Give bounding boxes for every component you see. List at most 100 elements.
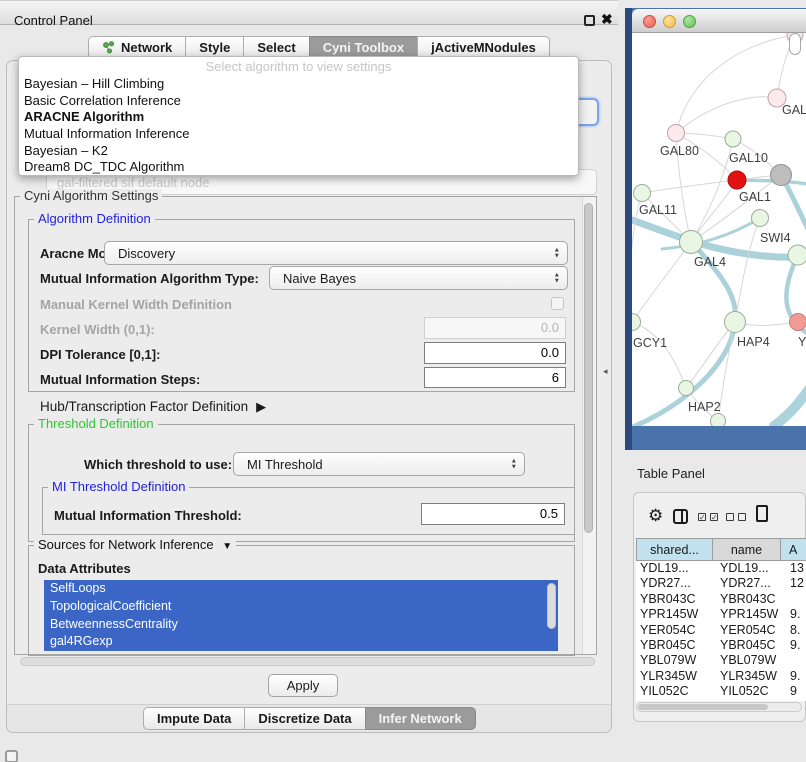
node-gal80[interactable] — [668, 125, 685, 142]
node-label: HAP4 — [737, 335, 770, 349]
node-hap2[interactable] — [679, 381, 694, 396]
select-all-icon[interactable]: ✓✓ — [698, 513, 718, 521]
node-gal1[interactable] — [728, 171, 746, 189]
tab-jactivemnodules-label: jActiveMNodules — [431, 40, 536, 55]
dropdown-item[interactable]: Dream8 DC_TDC Algorithm — [19, 159, 578, 176]
mi-steps-input[interactable]: 6 — [424, 367, 566, 388]
attribute-item-selected[interactable]: BetweennessCentrality — [44, 616, 558, 634]
table-row[interactable]: YLR345WYLR345W9. — [636, 669, 806, 684]
table-row[interactable]: YBL079WYBL079W — [636, 653, 806, 668]
table-panel-title: Table Panel — [637, 466, 705, 481]
table-row[interactable]: YBR043CYBR043C — [636, 592, 806, 607]
node-gal4[interactable] — [680, 231, 703, 254]
mi-type-combobox[interactable]: Naive Bayes ▲▼ — [269, 266, 568, 290]
node-hap4[interactable] — [725, 312, 746, 333]
stepper-icon: ▲▼ — [554, 272, 560, 283]
control-panel-title: Control Panel — [14, 13, 93, 28]
node-label: SWI4 — [760, 231, 791, 245]
dpi-tolerance-label: DPI Tolerance [0,1]: — [40, 346, 160, 364]
aracne-mode-value: Discovery — [118, 246, 175, 261]
node-green2[interactable] — [711, 414, 726, 427]
hub-definition-label: Hub/Transcription Factor Definition — [40, 399, 248, 414]
which-threshold-value: MI Threshold — [247, 457, 323, 472]
node-label: GAL10 — [729, 151, 768, 165]
node-green[interactable] — [788, 245, 806, 265]
table-row[interactable]: YDR27...YDR27...12 — [636, 576, 806, 591]
dropdown-item[interactable]: Basic Correlation Inference — [19, 93, 578, 110]
dpi-tolerance-input[interactable]: 0.0 — [424, 342, 566, 364]
tab-discretize-data[interactable]: Discretize Data — [244, 707, 365, 730]
aracne-mode-combobox[interactable]: Discovery ▲▼ — [104, 241, 568, 265]
panel-splitter-handle[interactable]: ◂ — [603, 366, 608, 377]
stepper-icon: ▲▼ — [554, 247, 560, 258]
columns-icon[interactable] — [673, 509, 688, 524]
settings-hscrollbar[interactable] — [20, 657, 595, 666]
application-window: Control Panel ✖ Network Style Select Cyn… — [0, 0, 806, 762]
dropdown-item-selected[interactable]: ARACNE Algorithm — [19, 109, 578, 126]
apply-button[interactable]: Apply — [268, 674, 338, 697]
cyni-bottom-tabbar: Impute Data Discretize Data Infer Networ… — [143, 707, 476, 730]
table-row[interactable]: YDL19...YDL19...13 — [636, 561, 806, 576]
algorithm-definition-title: Algorithm Definition — [34, 212, 155, 226]
tab-impute-data[interactable]: Impute Data — [143, 707, 245, 730]
manual-kernel-label: Manual Kernel Width Definition — [40, 296, 232, 314]
node-attribute-table: shared... name A YDL19...YDL19...13 YDR2… — [636, 538, 806, 701]
minimize-traffic-light[interactable] — [663, 15, 676, 28]
tab-infer-network-label: Infer Network — [379, 711, 462, 726]
float-window-icon[interactable] — [584, 15, 595, 26]
network-window-titlebar[interactable] — [632, 9, 806, 33]
deselect-all-icon[interactable] — [726, 513, 746, 521]
gear-icon[interactable]: ⚙ — [648, 506, 663, 526]
node-salmon[interactable] — [790, 314, 806, 331]
cyni-settings-group-title: Cyni Algorithm Settings — [20, 189, 162, 203]
table-row[interactable]: YIL052CYIL052C9 — [636, 684, 806, 699]
column-header-shared-name[interactable]: shared... — [636, 538, 713, 561]
node-swi4[interactable] — [752, 210, 769, 227]
stepper-icon: ▲▼ — [511, 458, 517, 469]
kernel-width-input[interactable]: 0.0 — [424, 317, 566, 339]
column-header-partial[interactable]: A — [780, 538, 806, 561]
table-hscrollbar-thumb[interactable] — [638, 704, 768, 710]
dropdown-item[interactable]: Mutual Information Inference — [19, 126, 578, 143]
hub-definition-expander[interactable]: Hub/Transcription Factor Definition ▶ — [40, 398, 266, 416]
settings-scrollbar-thumb[interactable] — [584, 203, 593, 533]
zoom-traffic-light[interactable] — [683, 15, 696, 28]
node-label: GAL — [782, 103, 806, 117]
node-gal10[interactable] — [725, 131, 741, 147]
node-gcy1[interactable] — [632, 314, 641, 331]
algorithm-dropdown-list: Select algorithm to view settings Bayesi… — [18, 56, 579, 176]
which-threshold-combobox[interactable]: MI Threshold ▲▼ — [233, 452, 525, 476]
close-icon[interactable]: ✖ — [601, 11, 613, 28]
manual-kernel-checkbox[interactable] — [551, 297, 564, 310]
expand-right-icon: ▶ — [256, 399, 266, 414]
mi-threshold-input[interactable]: 0.5 — [421, 503, 565, 525]
tab-impute-data-label: Impute Data — [157, 711, 231, 726]
attributes-scrollbar-thumb[interactable] — [547, 583, 556, 629]
threshold-definition-title: Threshold Definition — [34, 417, 158, 431]
network-icon — [102, 41, 115, 54]
tab-cyni-toolbox-label: Cyni Toolbox — [323, 40, 404, 55]
mi-type-value: Naive Bayes — [283, 271, 356, 286]
collapsed-panel-icon[interactable] — [5, 750, 18, 762]
node-gray[interactable] — [771, 165, 792, 186]
table-row[interactable]: YPR145WYPR145W9. — [636, 607, 806, 622]
data-attributes-label: Data Attributes — [38, 560, 131, 578]
column-header-name[interactable]: name — [712, 538, 781, 561]
tab-infer-network[interactable]: Infer Network — [365, 707, 476, 730]
attribute-item-selected[interactable]: TopologicalCoefficient — [44, 598, 558, 616]
dropdown-item[interactable]: Bayesian – K2 — [19, 143, 578, 160]
attribute-item-selected[interactable]: SelfLoops — [44, 580, 558, 598]
network-scrollbar[interactable] — [789, 33, 801, 55]
network-canvas[interactable]: GAL GAL80 GAL10 GAL1 GAL11 GAL4 SWI4 GCY… — [632, 33, 806, 426]
tab-style-label: Style — [199, 40, 230, 55]
data-attributes-list: SelfLoops TopologicalCoefficient Between… — [44, 580, 558, 651]
attribute-item-selected[interactable]: gal4RGexp — [44, 633, 558, 651]
close-traffic-light[interactable] — [643, 15, 656, 28]
table-row[interactable]: YBR045CYBR045C9. — [636, 638, 806, 653]
sources-group-title[interactable]: Sources for Network Inference ▼ — [34, 538, 236, 554]
document-icon[interactable] — [756, 505, 768, 522]
table-row[interactable]: YER054CYER054C8. — [636, 623, 806, 638]
collapse-down-icon: ▼ — [222, 541, 232, 552]
dropdown-item[interactable]: Bayesian – Hill Climbing — [19, 76, 578, 93]
node-gal11[interactable] — [634, 185, 651, 202]
